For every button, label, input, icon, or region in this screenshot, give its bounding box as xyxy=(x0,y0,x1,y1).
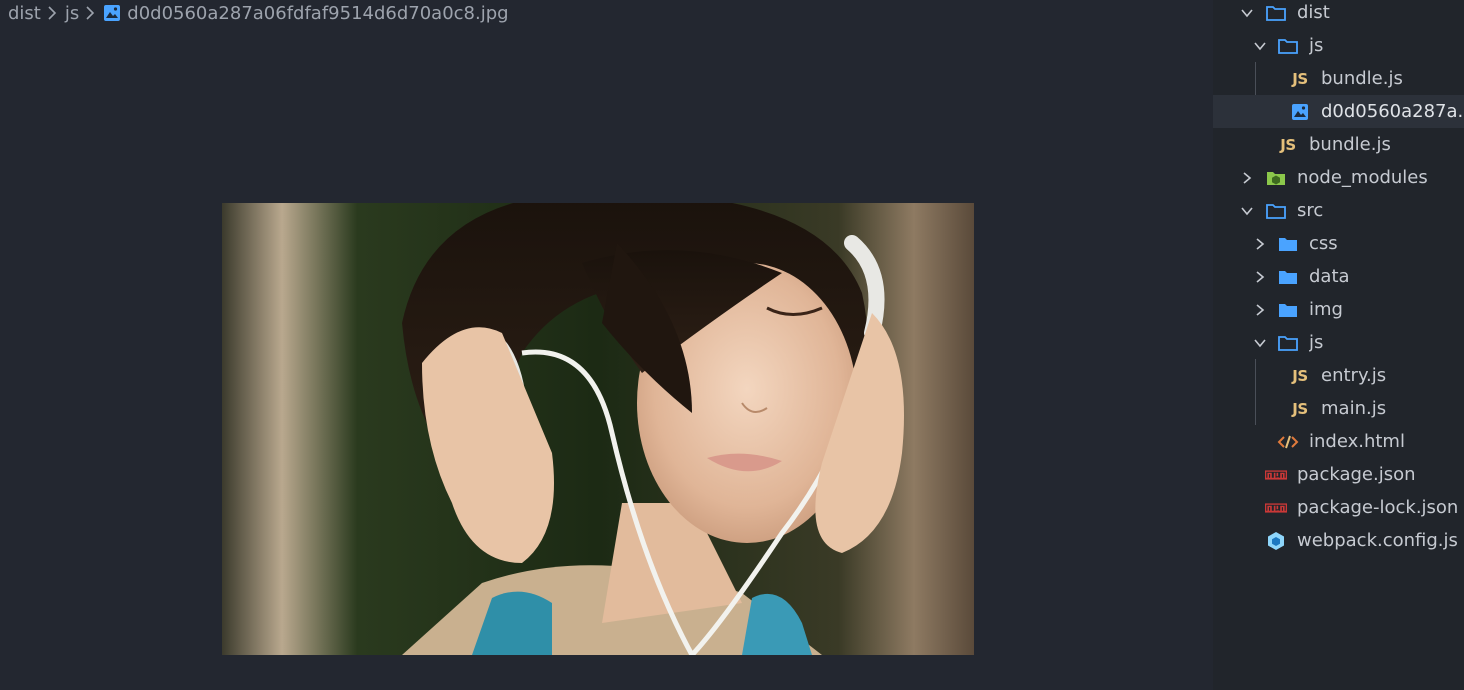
folder-open-icon xyxy=(1265,3,1287,23)
tree-item-bundle-js[interactable]: JS bundle.js xyxy=(1213,128,1464,161)
tree-item-label: node_modules xyxy=(1297,167,1428,188)
file-explorer: dist js JS bundle.js d0d0560a287a... JS … xyxy=(1213,0,1464,690)
tree-item-label: css xyxy=(1309,233,1338,254)
tree-item-label: src xyxy=(1297,200,1324,221)
tree-item-data[interactable]: data xyxy=(1213,260,1464,293)
tree-item-dist[interactable]: dist xyxy=(1213,0,1464,29)
node-folder-icon xyxy=(1265,168,1287,188)
chevron-right-icon xyxy=(1240,171,1254,185)
webpack-icon xyxy=(1265,531,1287,551)
breadcrumb-item-js[interactable]: js xyxy=(65,3,79,24)
folder-open-icon xyxy=(1277,36,1299,56)
chevron-down-icon xyxy=(1253,39,1267,53)
chevron-down-icon xyxy=(1253,336,1267,350)
tree-item-label: webpack.config.js xyxy=(1297,530,1458,551)
tree-item-label: img xyxy=(1309,299,1343,320)
chevron-right-icon xyxy=(47,4,59,22)
folder-open-icon xyxy=(1277,333,1299,353)
chevron-right-icon xyxy=(85,4,97,22)
image-file-icon xyxy=(103,4,121,22)
tree-item-node-modules[interactable]: node_modules xyxy=(1213,161,1464,194)
tree-item-label: dist xyxy=(1297,2,1330,23)
tree-item-index-html[interactable]: index.html xyxy=(1213,425,1464,458)
tree-item-label: js xyxy=(1309,332,1324,353)
tree-item-js[interactable]: js xyxy=(1213,326,1464,359)
tree-item-image-file[interactable]: d0d0560a287a... xyxy=(1213,95,1464,128)
breadcrumb-file[interactable]: d0d0560a287a06fdfaf9514d6d70a0c8.jpg xyxy=(127,3,508,24)
breadcrumb: dist js d0d0560a287a06fdfaf9514d6d70a0c8… xyxy=(8,0,509,26)
js-file-icon: JS xyxy=(1292,366,1308,385)
chevron-down-icon xyxy=(1240,6,1254,20)
tree-item-label: data xyxy=(1309,266,1350,287)
tree-item-label: bundle.js xyxy=(1309,134,1391,155)
tree-item-package-json[interactable]: package.json xyxy=(1213,458,1464,491)
js-file-icon: JS xyxy=(1292,69,1308,88)
editor-area: dist js d0d0560a287a06fdfaf9514d6d70a0c8… xyxy=(0,0,1213,690)
chevron-right-icon xyxy=(1253,270,1267,284)
folder-open-icon xyxy=(1265,201,1287,221)
folder-icon xyxy=(1277,300,1299,320)
chevron-right-icon xyxy=(1253,237,1267,251)
chevron-down-icon xyxy=(1240,204,1254,218)
tree-item-package-lock-json[interactable]: package-lock.json xyxy=(1213,491,1464,524)
tree-item-label: package.json xyxy=(1297,464,1416,485)
breadcrumb-item-dist[interactable]: dist xyxy=(8,3,41,24)
folder-icon xyxy=(1277,234,1299,254)
image-preview xyxy=(222,203,974,655)
tree-item-label: main.js xyxy=(1321,398,1387,419)
tree-item-label: d0d0560a287a... xyxy=(1321,101,1464,122)
tree-item-src[interactable]: src xyxy=(1213,194,1464,227)
image-file-icon xyxy=(1289,102,1311,122)
tree-item-img[interactable]: img xyxy=(1213,293,1464,326)
html-file-icon xyxy=(1277,432,1299,452)
tree-item-webpack-config[interactable]: webpack.config.js xyxy=(1213,524,1464,557)
tree-item-css[interactable]: css xyxy=(1213,227,1464,260)
npm-icon xyxy=(1265,498,1287,518)
js-file-icon: JS xyxy=(1280,135,1296,154)
tree-item-js[interactable]: js xyxy=(1213,29,1464,62)
npm-icon xyxy=(1265,465,1287,485)
tree-item-entry-js[interactable]: JS entry.js xyxy=(1213,359,1464,392)
tree-item-main-js[interactable]: JS main.js xyxy=(1213,392,1464,425)
tree-item-label: entry.js xyxy=(1321,365,1387,386)
js-file-icon: JS xyxy=(1292,399,1308,418)
chevron-right-icon xyxy=(1253,303,1267,317)
tree-item-label: package-lock.json xyxy=(1297,497,1459,518)
tree-item-label: index.html xyxy=(1309,431,1405,452)
tree-item-bundle-js[interactable]: JS bundle.js xyxy=(1213,62,1464,95)
tree-item-label: js xyxy=(1309,35,1324,56)
folder-icon xyxy=(1277,267,1299,287)
tree-item-label: bundle.js xyxy=(1321,68,1403,89)
